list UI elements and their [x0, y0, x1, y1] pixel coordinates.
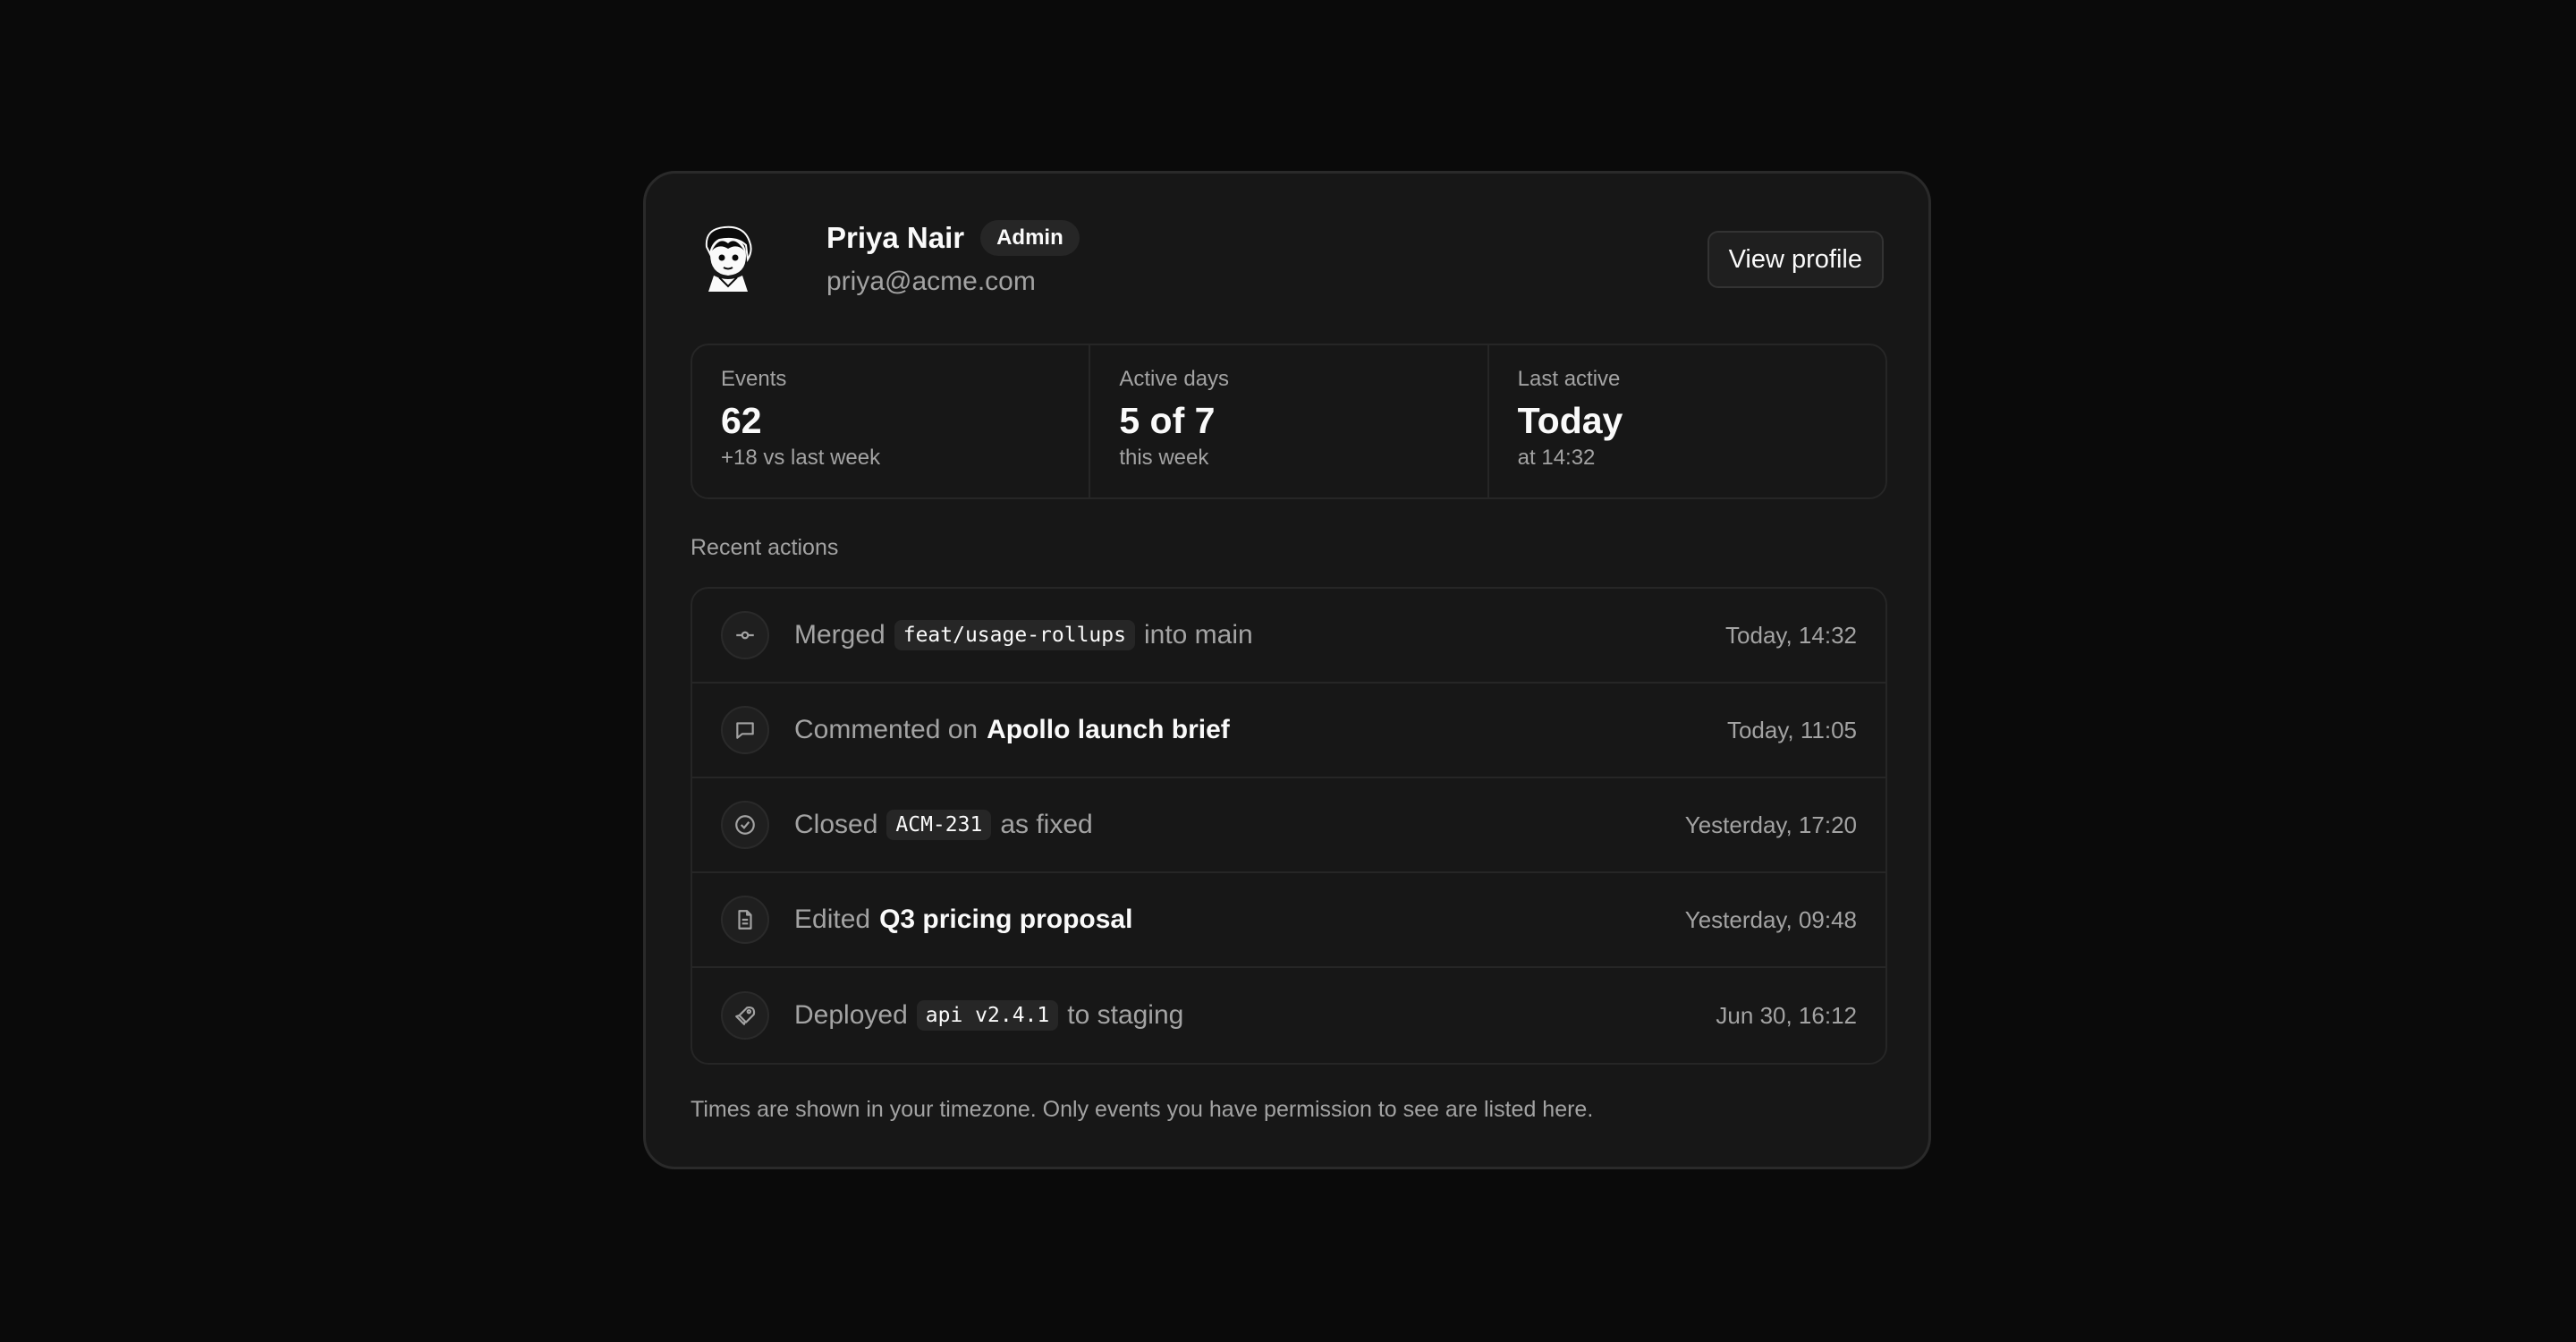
user-activity-card: Priya Nair Admin priya@acme.com View pro… [643, 171, 1931, 1169]
action-object[interactable]: feat/usage-rollups [894, 620, 1135, 650]
stat-value: 5 of 7 [1119, 400, 1216, 441]
stat-sub: at 14:32 [1517, 446, 1596, 470]
user-email: priya@acme.com [826, 267, 1036, 296]
action-suffix: as fixed [1000, 810, 1093, 839]
action-text: Closed ACM-231 as fixed [794, 810, 1093, 840]
action-object[interactable]: ACM-231 [886, 810, 992, 840]
recent-actions-list: Merged feat/usage-rollups into main Toda… [691, 587, 1887, 1065]
action-suffix: to staging [1067, 1000, 1184, 1030]
user-name: Priya Nair [826, 221, 965, 254]
user-name-row: Priya Nair Admin [826, 220, 1080, 256]
stat-value: 62 [721, 400, 762, 441]
check-circle-icon [721, 801, 769, 849]
action-object[interactable]: Apollo launch brief [987, 715, 1230, 745]
action-time: Yesterday, 17:20 [1684, 811, 1857, 838]
action-verb: Edited [794, 905, 871, 934]
action-suffix: into main [1143, 620, 1253, 650]
list-item[interactable]: Merged feat/usage-rollups into main Toda… [692, 589, 1885, 684]
list-item[interactable]: Edited Q3 pricing proposal Yesterday, 09… [692, 873, 1885, 968]
list-item[interactable]: Commented on Apollo launch brief Today, … [692, 684, 1885, 778]
role-badge: Admin [980, 220, 1080, 256]
action-time: Today, 14:32 [1725, 621, 1857, 649]
action-time: Today, 11:05 [1726, 716, 1857, 743]
action-time: Jun 30, 16:12 [1716, 1001, 1857, 1029]
rocket-icon [721, 991, 769, 1040]
action-verb: Commented on [794, 715, 979, 744]
git-commit-icon [721, 611, 769, 659]
action-verb: Closed [794, 810, 878, 839]
stat-last-active: Last active Today at 14:32 [1489, 345, 1885, 497]
document-icon [721, 896, 769, 944]
avatar[interactable] [698, 224, 758, 292]
comment-icon [721, 706, 769, 754]
stat-label: Active days [1119, 367, 1230, 391]
view-profile-button[interactable]: View profile [1707, 231, 1884, 288]
stat-events: Events 62 +18 vs last week [692, 345, 1091, 497]
action-verb: Deployed [794, 1000, 908, 1030]
action-time: Yesterday, 09:48 [1684, 905, 1857, 933]
list-item[interactable]: Closed ACM-231 as fixed Yesterday, 17:20 [692, 778, 1885, 873]
action-verb: Merged [794, 620, 886, 650]
action-text: Merged feat/usage-rollups into main [794, 620, 1253, 650]
stat-label: Last active [1517, 367, 1621, 391]
stat-label: Events [721, 367, 787, 391]
action-object[interactable]: api v2.4.1 [916, 1000, 1059, 1031]
footer-note: Times are shown in your timezone. Only e… [691, 1097, 1594, 1122]
action-object[interactable]: Q3 pricing proposal [879, 905, 1132, 935]
stat-sub: this week [1119, 446, 1209, 470]
action-text: Edited Q3 pricing proposal [794, 905, 1141, 935]
recent-actions-title: Recent actions [691, 535, 839, 560]
stats-panel: Events 62 +18 vs last week Active days 5… [691, 344, 1887, 499]
action-text: Commented on Apollo launch brief [794, 715, 1239, 745]
stat-sub: +18 vs last week [721, 446, 881, 470]
stat-value: Today [1517, 400, 1623, 441]
stat-active-days: Active days 5 of 7 this week [1090, 345, 1489, 497]
list-item[interactable]: Deployed api v2.4.1 to staging Jun 30, 1… [692, 968, 1885, 1063]
card-header: Priya Nair Admin priya@acme.com View pro… [691, 174, 1884, 345]
action-text: Deployed api v2.4.1 to staging [794, 1000, 1183, 1031]
